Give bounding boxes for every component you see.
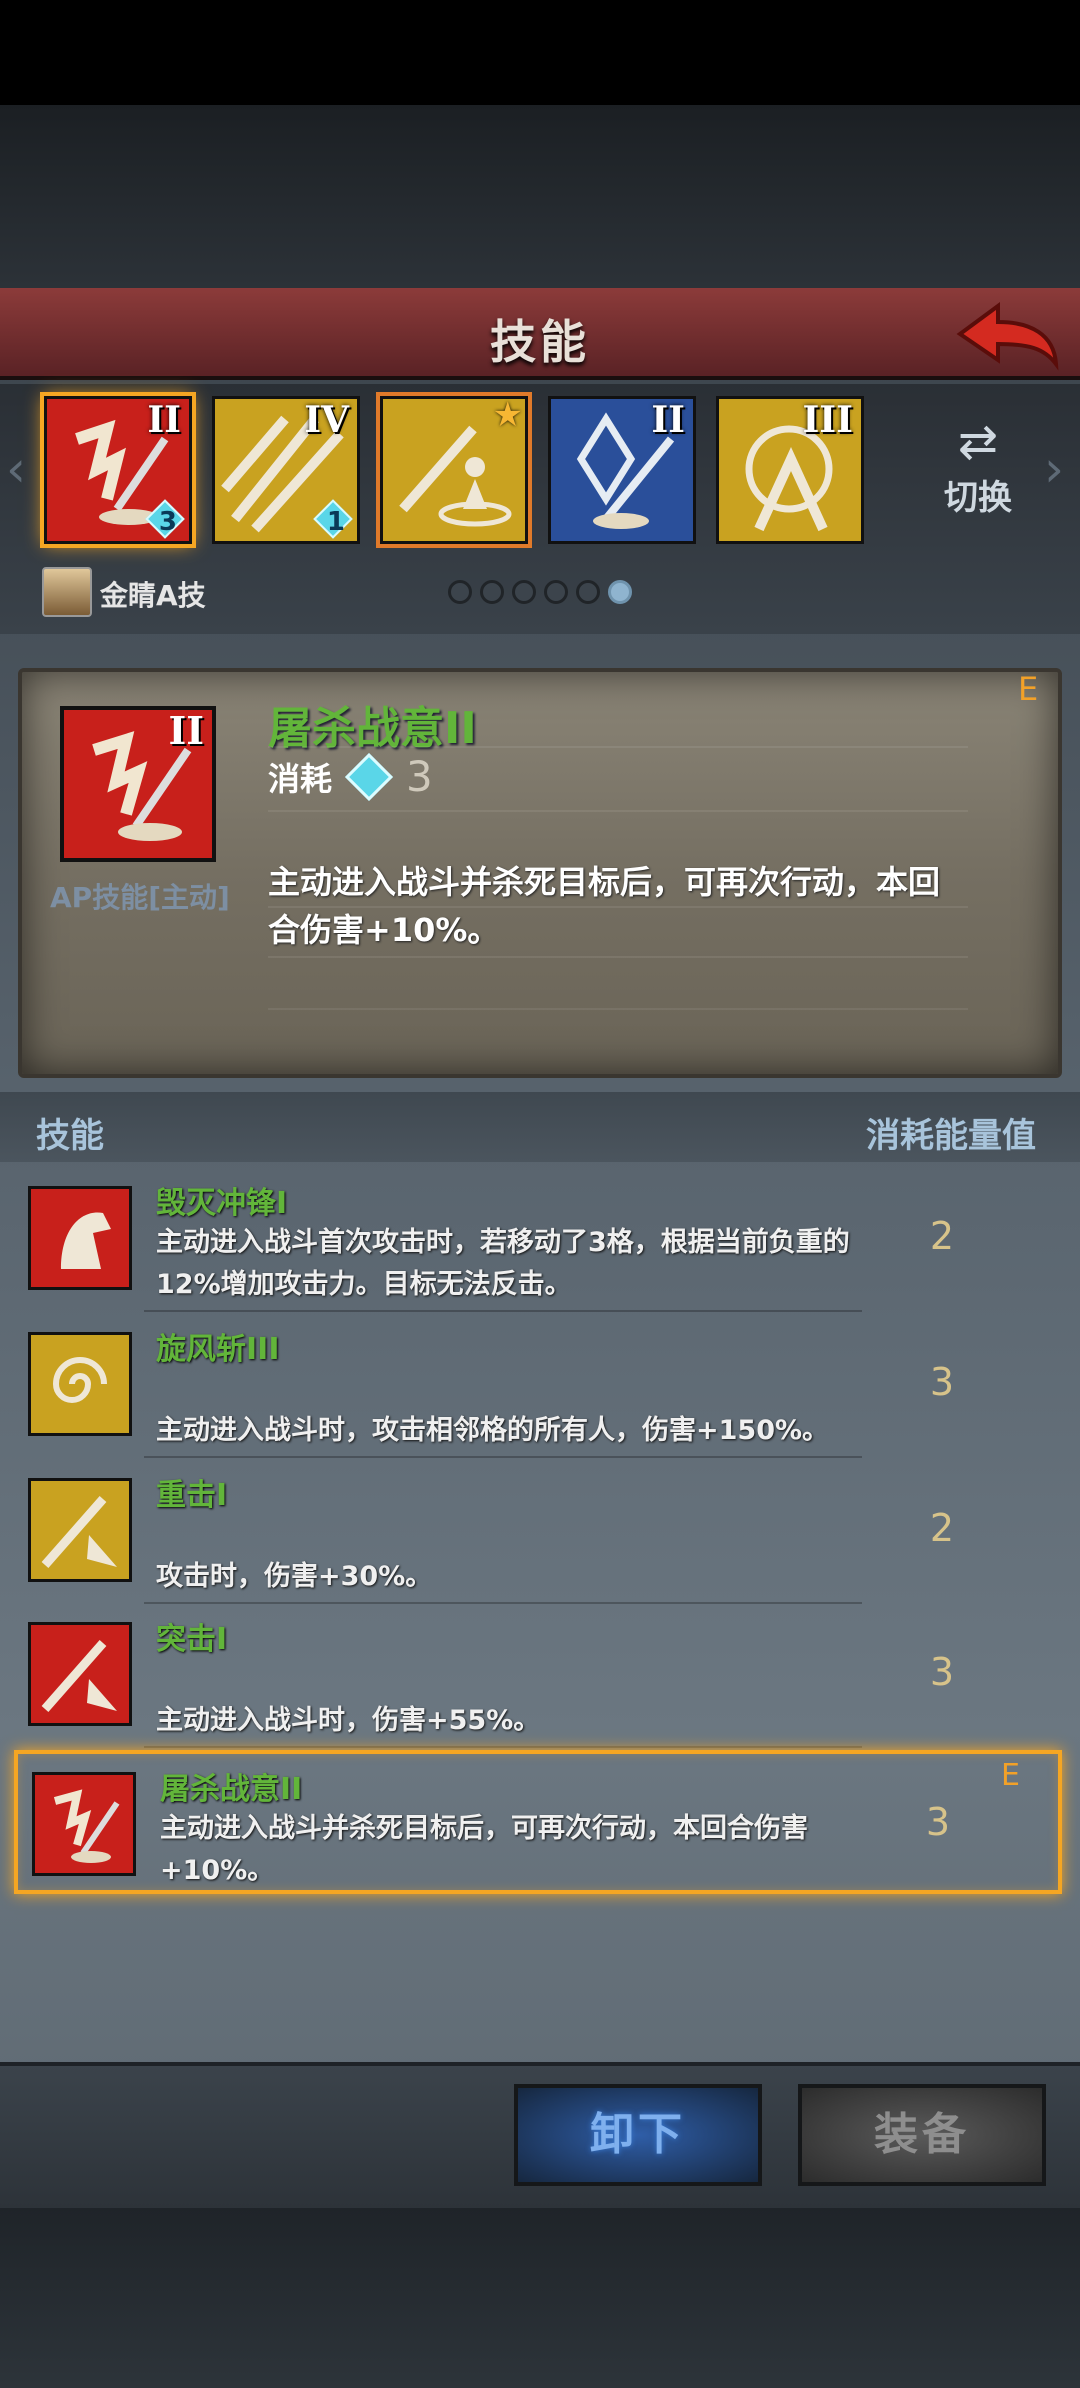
slaughter-icon — [32, 1772, 136, 1876]
list-item[interactable]: 重击I 攻击时，伤害+30%。 2 — [14, 1460, 1062, 1604]
skill-slot-2[interactable]: IV 1 — [212, 396, 360, 544]
slot-count: 3 — [158, 507, 177, 537]
skill-slot-5[interactable]: III — [716, 396, 864, 544]
back-button[interactable] — [952, 294, 1062, 374]
column-skill: 技能 — [36, 1116, 104, 1156]
hero-name: 金睛A技 — [100, 579, 206, 612]
skill-slot-4[interactable]: II — [548, 396, 696, 544]
skill-name: 屠杀战意II — [160, 1772, 303, 1807]
divider — [268, 1008, 968, 1010]
pager-dot[interactable] — [576, 580, 600, 604]
skill-cost: 2 — [929, 1214, 954, 1258]
skill-name: 重击I — [156, 1478, 228, 1513]
slot-count: 1 — [326, 507, 345, 537]
switch-label: 切换 — [944, 478, 1012, 518]
skill-cost: 3 — [929, 1650, 954, 1694]
right-arrow-icon[interactable]: › — [1044, 440, 1064, 498]
divider — [144, 1456, 862, 1458]
divider — [144, 1746, 862, 1748]
pager-dot[interactable] — [512, 580, 536, 604]
skill-cost: 3 — [925, 1800, 950, 1844]
detail-level: II — [168, 708, 204, 753]
left-arrow-icon[interactable]: ‹ — [6, 440, 26, 498]
status-bar — [0, 0, 1080, 105]
title-bar: 技能 — [0, 288, 1080, 380]
pager-dot[interactable] — [480, 580, 504, 604]
pager-dot[interactable] — [448, 580, 472, 604]
column-cost: 消耗能量值 — [866, 1116, 1036, 1156]
skill-slot-3[interactable]: ★ — [380, 395, 528, 544]
skill-name: 突击I — [156, 1622, 228, 1657]
skill-description: 主动进入战斗时，攻击相邻格的所有人，伤害+150%。 — [156, 1415, 830, 1446]
skill-cost: 2 — [929, 1506, 954, 1550]
heavy-strike-icon — [28, 1478, 132, 1582]
slot-level: II — [147, 399, 181, 441]
divider — [268, 956, 968, 958]
pager-dot[interactable] — [544, 580, 568, 604]
pager-dots — [448, 580, 632, 604]
list-item[interactable]: 旋风斩III 主动进入战斗时，攻击相邻格的所有人，伤害+150%。 3 — [14, 1314, 1062, 1458]
unequip-button[interactable]: 卸下 — [514, 2084, 762, 2186]
back-arrow-icon — [956, 302, 1059, 371]
switch-button[interactable]: ⇄ 切换 — [918, 414, 1038, 519]
skill-slot-1[interactable]: II 3 — [44, 396, 192, 544]
list-item-selected[interactable]: E 屠杀战意II 主动进入战斗并杀死目标后，可再次行动，本回合伤害+10%。 3 — [14, 1750, 1062, 1894]
slot-level: III — [802, 399, 853, 441]
energy-crystal-icon — [344, 752, 394, 801]
divider — [268, 810, 968, 812]
list-item[interactable]: 毁灭冲锋I 主动进入战斗首次攻击时，若移动了3格，根据当前负重的12%增加攻击力… — [14, 1168, 1062, 1312]
top-backdrop — [0, 105, 1080, 288]
detail-skill-icon: II — [60, 706, 216, 862]
assault-icon — [28, 1622, 132, 1726]
divider — [144, 1310, 862, 1312]
charge-icon — [28, 1186, 132, 1290]
swap-icon: ⇄ — [957, 414, 999, 470]
whirlwind-icon — [28, 1332, 132, 1436]
skill-description: 主动进入战斗并杀死目标后，可再次行动，本回合伤害+10%。 — [160, 1813, 808, 1886]
page-title: 技能 — [490, 315, 590, 369]
cost-row: 消耗 3 — [268, 752, 433, 801]
skill-description: 主动进入战斗首次攻击时，若移动了3格，根据当前负重的12%增加攻击力。目标无法反… — [156, 1227, 850, 1300]
star-icon: ★ — [492, 395, 523, 435]
skill-cost: 3 — [929, 1360, 954, 1404]
pager-dot-active[interactable] — [608, 580, 632, 604]
grade-badge: E — [1018, 670, 1039, 708]
slot-level: II — [651, 399, 685, 441]
list-item[interactable]: 突击I 主动进入战斗时，伤害+55%。 3 — [14, 1604, 1062, 1748]
skill-type-label: AP技能[主动] — [50, 881, 230, 914]
avatar — [42, 567, 92, 617]
cost-value: 3 — [406, 752, 433, 801]
skill-description: 主动进入战斗时，伤害+55%。 — [156, 1705, 541, 1736]
cost-label: 消耗 — [268, 759, 333, 798]
bottom-backdrop — [0, 2208, 1080, 2388]
skill-name: 旋风斩III — [156, 1332, 280, 1367]
grade-badge: E — [1001, 1758, 1020, 1793]
divider — [268, 746, 968, 748]
skill-name: 毁灭冲锋I — [156, 1186, 288, 1221]
detail-description: 主动进入战斗并杀死目标后，可再次行动，本回合伤害+10%。 — [268, 863, 941, 949]
equip-button[interactable]: 装备 — [798, 2084, 1046, 2186]
slot-level: IV — [304, 399, 349, 441]
skill-description: 攻击时，伤害+30%。 — [156, 1561, 433, 1592]
